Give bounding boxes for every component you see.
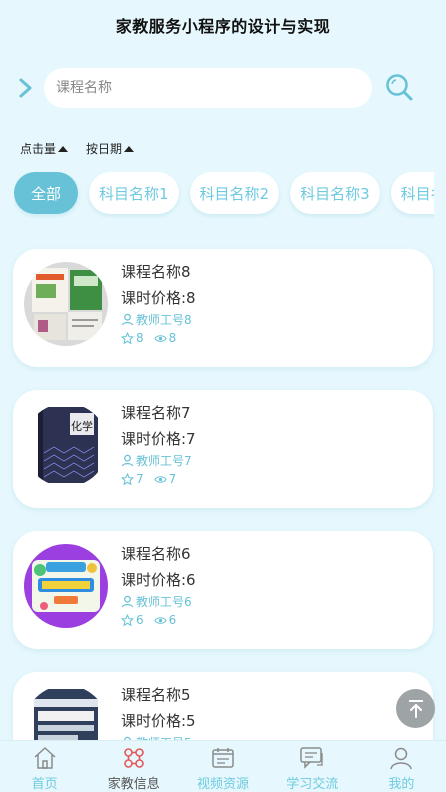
course-price: 课时价格:8 (121, 289, 196, 307)
page-title: 家教服务小程序的设计与实现 (115, 17, 331, 36)
course-teacher: 教师工号8 (121, 311, 196, 328)
likes-stat: 8 (121, 331, 144, 345)
tabbar-video-label: 视频资源 (197, 777, 250, 792)
course-name: 课程名称5 (121, 686, 191, 704)
tab-subject-2[interactable]: 科目名称2 (189, 172, 280, 214)
sort-by-clicks[interactable]: 点击量 (20, 140, 69, 157)
tabbar-chat[interactable]: 学习交流 (268, 741, 357, 792)
views-stat: 8 (153, 331, 177, 345)
views-stat: 6 (153, 613, 177, 627)
class-poster-icon (24, 544, 108, 628)
tabbar-tutor-info[interactable]: 家教信息 (89, 741, 178, 792)
course-list: 课程名称8 课时价格:8 教师工号8 8 8 化学 课程名称7 课时价格:7 教… (13, 249, 433, 792)
bottom-tab-bar: 首页 家教信息 视频资源 学习交流 我的 (0, 740, 446, 792)
eye-icon (153, 616, 167, 624)
tabbar-home-label: 首页 (31, 777, 58, 792)
views-count: 6 (168, 613, 177, 627)
tabbar-me[interactable]: 我的 (357, 741, 446, 792)
video-icon (212, 748, 234, 768)
arrow-up-icon (408, 699, 423, 718)
likes-stat: 6 (121, 613, 144, 627)
chemistry-book-icon: 化学 (24, 403, 108, 487)
search-bar (0, 66, 446, 110)
likes-count: 8 (136, 331, 144, 345)
course-info: 课程名称6 课时价格:6 教师工号6 6 6 (121, 544, 196, 627)
star-icon (121, 472, 134, 485)
course-name: 课程名称8 (121, 263, 191, 281)
back-to-top-button[interactable] (396, 689, 435, 728)
tutor-info-icon (123, 748, 144, 768)
course-name: 课程名称7 (121, 404, 191, 422)
tab-subject-3[interactable]: 科目名称3 (290, 172, 380, 214)
search-icon[interactable] (384, 72, 414, 102)
course-info: 课程名称8 课时价格:8 教师工号8 8 8 (121, 262, 196, 345)
search-input-wrapper[interactable] (44, 68, 372, 108)
eye-icon (153, 475, 167, 483)
teacher-id: 教师工号7 (136, 454, 192, 468)
chevron-right-icon[interactable] (16, 76, 36, 100)
sort-by-date[interactable]: 按日期 (86, 140, 135, 157)
sort-by-date-label: 按日期 (86, 142, 123, 156)
views-count: 7 (168, 472, 177, 486)
home-icon (34, 747, 56, 769)
chat-icon (300, 747, 323, 769)
course-teacher: 教师工号6 (121, 593, 196, 610)
course-info: 课程名称7 课时价格:7 教师工号7 7 7 (121, 403, 196, 486)
tab-subject-1[interactable]: 科目名称1 (89, 172, 179, 214)
course-card[interactable]: 课程名称8 课时价格:8 教师工号8 8 8 (13, 249, 433, 367)
views-stat: 7 (153, 472, 177, 486)
tabbar-tutor-info-label: 家教信息 (107, 777, 160, 792)
subject-tabs: 全部 科目名称1 科目名称2 科目名称3 科目名称4 (14, 172, 434, 218)
course-price: 课时价格:6 (121, 571, 196, 589)
person-icon (121, 313, 134, 326)
views-count: 8 (168, 331, 177, 345)
tabbar-chat-label: 学习交流 (286, 777, 339, 792)
teacher-id: 教师工号8 (136, 313, 192, 327)
course-name: 课程名称6 (121, 545, 191, 563)
course-card[interactable]: 化学 课程名称7 课时价格:7 教师工号7 7 7 (13, 390, 433, 508)
course-stats: 8 8 (121, 331, 196, 345)
user-icon (390, 747, 413, 770)
tab-subject-4[interactable]: 科目名称4 (390, 172, 434, 214)
tabbar-me-label: 我的 (388, 777, 415, 792)
likes-stat: 7 (121, 472, 144, 486)
course-stats: 7 7 (121, 472, 196, 486)
star-icon (121, 613, 134, 626)
tab-all[interactable]: 全部 (14, 172, 78, 214)
course-stats: 6 6 (121, 613, 196, 627)
likes-count: 7 (136, 472, 144, 486)
course-price: 课时价格:7 (121, 430, 196, 448)
teacher-id: 教师工号6 (136, 595, 192, 609)
person-icon (121, 454, 134, 467)
tabbar-video[interactable]: 视频资源 (178, 741, 267, 792)
likes-count: 6 (136, 613, 144, 627)
course-price: 课时价格:5 (121, 712, 196, 730)
course-card[interactable]: 课程名称6 课时价格:6 教师工号6 6 6 (13, 531, 433, 649)
tabbar-home[interactable]: 首页 (0, 741, 89, 792)
sort-up-icon (58, 145, 69, 152)
search-input[interactable] (56, 80, 372, 96)
book-cover-icon (24, 262, 108, 346)
page-header: 家教服务小程序的设计与实现 (0, 0, 446, 50)
course-teacher: 教师工号7 (121, 452, 196, 469)
star-icon (121, 331, 134, 344)
eye-icon (153, 334, 167, 342)
sort-by-clicks-label: 点击量 (20, 142, 57, 156)
sort-up-icon (124, 145, 135, 152)
sort-options: 点击量 按日期 (20, 140, 135, 157)
svg-text:化学: 化学 (71, 419, 93, 433)
person-icon (121, 595, 134, 608)
